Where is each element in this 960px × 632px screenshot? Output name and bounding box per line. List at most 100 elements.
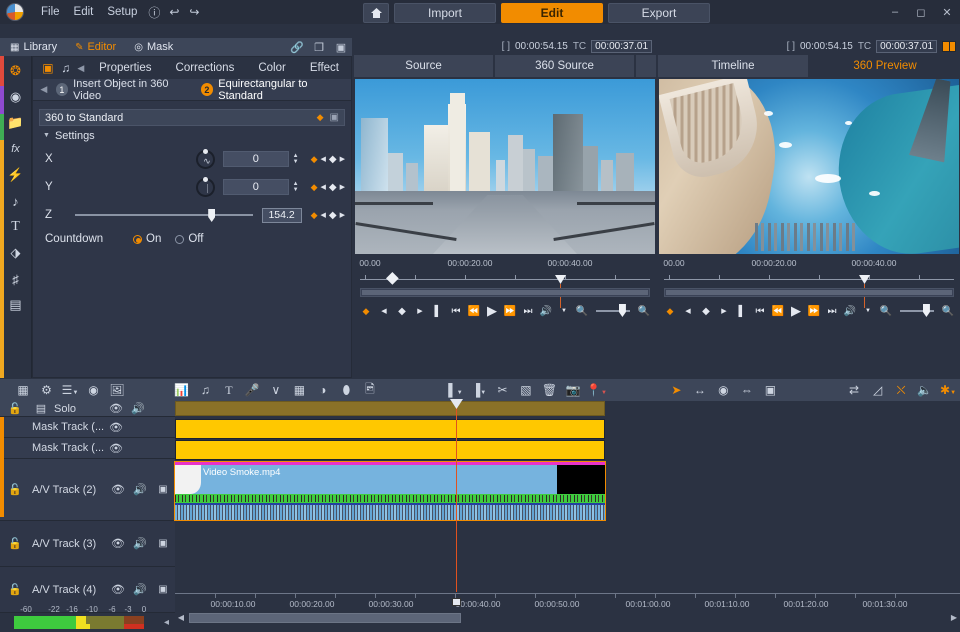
help-icon[interactable]: ⓘ bbox=[144, 4, 164, 21]
scroll-right-arrow-icon[interactable]: ▶ bbox=[948, 613, 960, 623]
video-clip-icon[interactable]: ▣ bbox=[39, 61, 57, 75]
source-step-back-icon[interactable]: ⏪ bbox=[466, 306, 482, 317]
timeline-scrollbar[interactable]: ◀ ▶ bbox=[175, 613, 960, 624]
nav-edit-button[interactable]: Edit bbox=[501, 3, 603, 23]
source-keyframe-icon[interactable]: ◆ bbox=[394, 306, 410, 317]
audio-note-icon[interactable]: ♫ bbox=[57, 61, 75, 75]
media-icon[interactable]: ❂ bbox=[0, 60, 31, 82]
tab-mask[interactable]: ◎ Mask bbox=[124, 38, 181, 56]
z-keyframe-add-icon[interactable]: ◆ bbox=[311, 210, 318, 221]
x-value-field[interactable]: 0 bbox=[223, 151, 289, 167]
x-keyframe-add-icon[interactable]: ◆ bbox=[311, 154, 318, 165]
z-prev-keyframe-icon[interactable]: ◀ bbox=[321, 211, 326, 219]
video-clip[interactable]: Video Smoke.mp4 bbox=[175, 462, 605, 520]
delete-icon[interactable]: 🗑 bbox=[538, 383, 562, 397]
countdown-on-radio[interactable]: On bbox=[133, 233, 161, 245]
y-next-keyframe-icon[interactable]: ▶ bbox=[340, 183, 345, 191]
countdown-off-radio[interactable]: Off bbox=[175, 233, 203, 245]
speed-icon[interactable]: ◿ bbox=[866, 383, 890, 397]
preview-step-back-icon[interactable]: ⏪ bbox=[770, 306, 786, 317]
keyframe-tool-icon[interactable]: ✱▼ bbox=[936, 383, 960, 397]
color-wheel-icon[interactable]: ◑ bbox=[311, 383, 335, 397]
source-prev-keyframe-icon[interactable]: ◀ bbox=[376, 307, 392, 315]
breadcrumb-back-arrow-icon[interactable]: ◀ bbox=[37, 84, 51, 95]
mute-icon[interactable]: 🔈 bbox=[913, 383, 937, 397]
av4-unlock-icon[interactable]: 🔓 bbox=[0, 583, 30, 596]
voice-over-icon[interactable]: 🎤 bbox=[241, 383, 265, 397]
mask-clip-2[interactable] bbox=[175, 440, 605, 460]
layout-icon[interactable]: ▣ bbox=[330, 41, 352, 54]
tab-editor[interactable]: ✎ Editor bbox=[65, 38, 124, 56]
nav-export-button[interactable]: Export bbox=[608, 3, 710, 23]
rotate-tool-icon[interactable]: ◉ bbox=[712, 383, 736, 397]
ripple-icon[interactable]: ⇄ bbox=[842, 383, 866, 397]
effect-keyframe-icon[interactable]: ◆ bbox=[317, 112, 324, 123]
preview-volume-icon[interactable]: 🔊 bbox=[842, 306, 858, 317]
preview-360-image[interactable] bbox=[659, 79, 959, 254]
preview-ruler[interactable]: 00.00 00:00:20.00 00:00:40.00 bbox=[664, 258, 954, 286]
settings-gear-icon[interactable]: ⚙ bbox=[35, 383, 59, 397]
duplicate-icon[interactable]: ❐ bbox=[308, 41, 330, 54]
crop-icon[interactable]: ▧ bbox=[514, 383, 538, 397]
nav-import-button[interactable]: Import bbox=[394, 3, 496, 23]
effect-header[interactable]: 360 to Standard ◆ ▣ bbox=[39, 109, 345, 126]
av3-speaker-icon[interactable]: 🔊 bbox=[129, 537, 151, 550]
source-scrollbar[interactable] bbox=[360, 288, 650, 297]
preview-prev-keyframe-icon[interactable]: ◀ bbox=[680, 307, 696, 315]
mask-2-eye-icon[interactable]: 👁 bbox=[105, 442, 127, 455]
curve-icon[interactable]: ∨ bbox=[264, 383, 288, 397]
av4-camera-icon[interactable]: ▣ bbox=[151, 584, 175, 595]
x-stepper[interactable]: ▲▼ bbox=[290, 151, 302, 167]
split-icon[interactable]: ✂ bbox=[491, 383, 515, 397]
source-volume-icon[interactable]: 🔊 bbox=[538, 306, 554, 317]
preview-keyframe-icon[interactable]: ◆ bbox=[698, 306, 714, 317]
minimize-icon[interactable]: – bbox=[882, 0, 908, 24]
ptab-corrections[interactable]: Corrections bbox=[164, 62, 247, 74]
tab-library[interactable]: ▦ Library bbox=[0, 38, 65, 56]
record-icon[interactable]: ◉ bbox=[82, 383, 106, 397]
menu-file[interactable]: File bbox=[34, 3, 67, 21]
source-skip-end-icon[interactable]: ⏭ bbox=[520, 306, 536, 317]
source-zoom-in-icon[interactable]: 🔍 bbox=[636, 306, 652, 317]
breadcrumb-step-2-label[interactable]: Equirectangular to Standard bbox=[218, 78, 351, 102]
audio-fx-icon[interactable]: ♫ bbox=[194, 383, 218, 397]
solo-track-icon[interactable]: ▤ bbox=[30, 402, 52, 415]
track-header-solo[interactable]: 🔓 ▤ Solo 👁 🔊 bbox=[0, 401, 175, 417]
meter-speaker-icon[interactable]: ◂ bbox=[164, 617, 169, 628]
solo-speaker-icon[interactable]: 🔊 bbox=[127, 402, 149, 415]
transform-tool-icon[interactable]: ▣ bbox=[759, 383, 783, 397]
music-icon[interactable]: ♪ bbox=[0, 190, 31, 212]
av4-speaker-icon[interactable]: 🔊 bbox=[129, 583, 151, 596]
av3-unlock-icon[interactable]: 🔓 bbox=[0, 537, 30, 550]
av2-camera-icon[interactable]: ▣ bbox=[151, 484, 175, 495]
preview-zoom-out-icon[interactable]: 🔍 bbox=[878, 306, 894, 317]
source-zoom-slider[interactable] bbox=[596, 310, 630, 312]
tab-360-source[interactable]: 360 Source bbox=[495, 55, 634, 77]
title-icon[interactable]: T bbox=[217, 383, 241, 398]
mask-1-eye-icon[interactable]: 👁 bbox=[105, 421, 127, 434]
av2-unlock-icon[interactable]: 🔓 bbox=[0, 483, 30, 496]
preview-volume-dropdown-icon[interactable]: ▼ bbox=[860, 308, 876, 314]
x-prev-keyframe-icon[interactable]: ◀ bbox=[321, 155, 326, 163]
source-step-forward-icon[interactable]: ⏩ bbox=[502, 306, 518, 317]
effect-preset-icon[interactable]: ▣ bbox=[330, 112, 339, 123]
clef-icon[interactable]: ♯ bbox=[0, 268, 31, 290]
split-view-icon[interactable] bbox=[942, 41, 956, 52]
z-slider[interactable] bbox=[75, 214, 253, 216]
grid-icon[interactable]: ▦ bbox=[288, 383, 312, 397]
menu-edit[interactable]: Edit bbox=[67, 3, 101, 21]
preview-timecode-field[interactable]: 00:00:37.01 bbox=[876, 40, 937, 53]
z-keyframe-icon[interactable]: ◆ bbox=[329, 210, 337, 221]
solo-eye-icon[interactable]: 👁 bbox=[105, 402, 127, 415]
preview-next-keyframe-icon[interactable]: ▶ bbox=[716, 307, 732, 315]
maximize-icon[interactable]: ◻ bbox=[908, 0, 934, 24]
picture-icon[interactable]: 🖼 bbox=[105, 383, 129, 397]
select-tool-icon[interactable]: ➤ bbox=[665, 383, 689, 397]
trim-tool-icon[interactable]: ↔ bbox=[688, 383, 712, 397]
x-next-keyframe-icon[interactable]: ▶ bbox=[340, 155, 345, 163]
preview-step-forward-icon[interactable]: ⏩ bbox=[806, 306, 822, 317]
overlay-icon[interactable]: ⬗ bbox=[0, 242, 31, 264]
home-button[interactable] bbox=[363, 3, 389, 23]
timeline-ruler[interactable]: 00:00:10.00 00:00:20.00 00:00:30.00 00:0… bbox=[175, 592, 960, 614]
tab-timeline[interactable]: Timeline bbox=[658, 55, 808, 77]
